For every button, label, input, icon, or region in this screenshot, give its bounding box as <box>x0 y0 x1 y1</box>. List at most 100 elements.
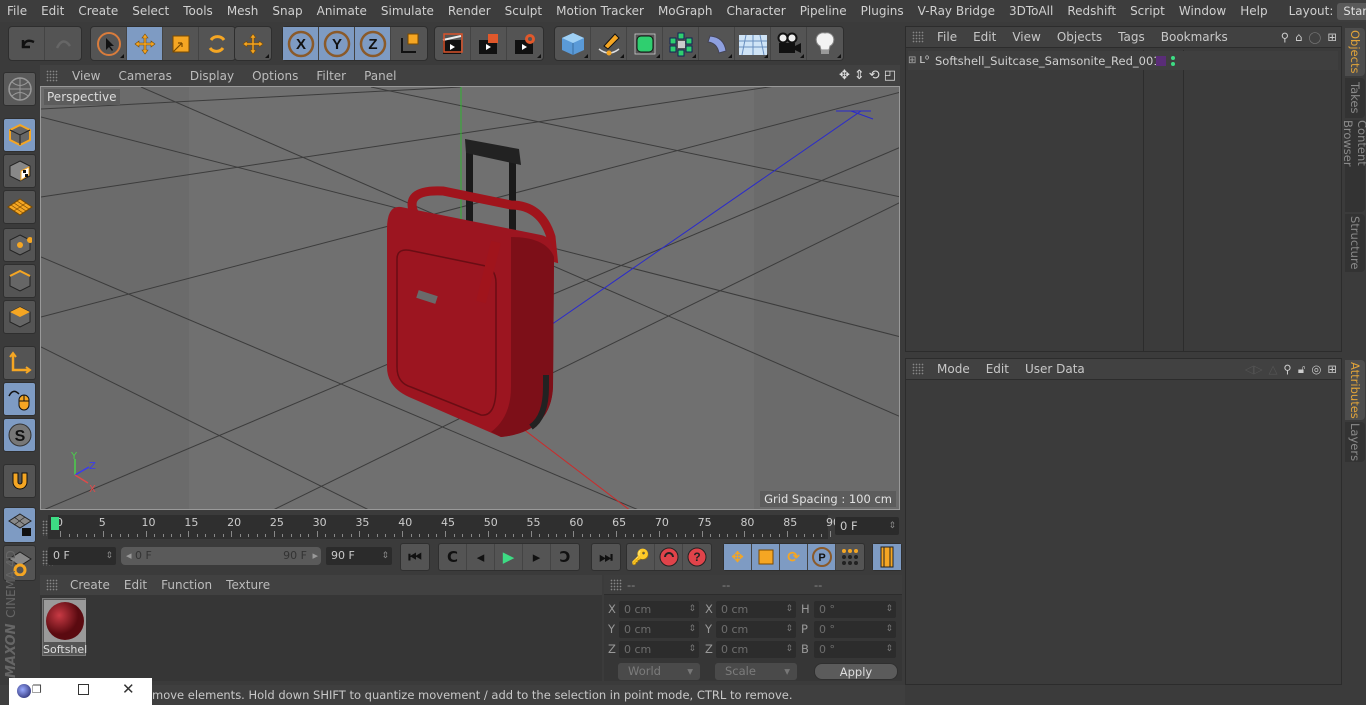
menu-window[interactable]: Window <box>1172 4 1233 18</box>
pen-spline-icon[interactable] <box>591 27 627 60</box>
viewport-menu-options[interactable]: Options <box>243 69 307 83</box>
menu-animate[interactable]: Animate <box>310 4 374 18</box>
menu-render[interactable]: Render <box>441 4 498 18</box>
keyframe-selection-icon[interactable]: ? <box>683 544 711 570</box>
subdivision-icon[interactable] <box>627 27 663 60</box>
coord-value-field[interactable]: 0 ° <box>814 641 896 658</box>
apply-button[interactable]: Apply <box>814 663 898 680</box>
next-frame-icon[interactable]: ▸ <box>523 544 551 570</box>
recent-tool-icon[interactable] <box>235 27 271 60</box>
object-row[interactable]: ⊞ L⁰ Softshell_Suitcase_Samsonite_Red_00… <box>908 51 1338 70</box>
point-level-animation-icon[interactable] <box>836 544 864 570</box>
axis-mode-icon[interactable] <box>3 346 36 380</box>
material-menu-texture[interactable]: Texture <box>219 578 277 592</box>
target-icon[interactable]: ◎ <box>1311 362 1321 377</box>
tab-objects[interactable]: Objects <box>1345 28 1365 76</box>
tab-structure[interactable]: Structure <box>1345 214 1365 272</box>
viewport-menu-cameras[interactable]: Cameras <box>109 69 180 83</box>
transform-mode-select[interactable]: Scale <box>715 663 797 680</box>
menu-vray-bridge[interactable]: V-Ray Bridge <box>911 4 1002 18</box>
viewport-menu-filter[interactable]: Filter <box>307 69 355 83</box>
coord-value-field[interactable]: 0 cm <box>716 641 796 658</box>
end-frame-field[interactable]: 90 F <box>326 547 392 565</box>
tweak-mode-icon[interactable] <box>3 382 36 416</box>
panel-grip-icon[interactable] <box>610 578 622 591</box>
redo-icon[interactable] <box>45 27 81 60</box>
previous-frame-icon[interactable]: ◂ <box>467 544 495 570</box>
viewport-menu-view[interactable]: View <box>63 69 109 83</box>
coord-value-field[interactable]: 0 ° <box>814 621 896 638</box>
menu-create[interactable]: Create <box>71 4 125 18</box>
rotate-view-icon[interactable]: ⟲ <box>869 68 880 83</box>
panel-grip-icon[interactable] <box>46 579 58 591</box>
object-menu-bookmarks[interactable]: Bookmarks <box>1153 30 1236 44</box>
layout-select[interactable]: Startup <box>1337 2 1366 20</box>
search-icon[interactable]: ⚲ <box>1283 362 1291 377</box>
lock-icon[interactable]: 🔓︎ <box>1298 362 1305 377</box>
menu-help[interactable]: Help <box>1233 4 1274 18</box>
toggle-layout-icon[interactable]: ◰ <box>884 68 896 83</box>
scale-icon[interactable] <box>163 27 199 60</box>
maximize-icon[interactable] <box>78 684 89 695</box>
restore-icon[interactable]: ❐ <box>32 683 42 696</box>
go-to-end-icon[interactable]: ⏭ <box>592 544 620 570</box>
menu-file[interactable]: File <box>0 4 34 18</box>
undo-icon[interactable] <box>9 27 45 60</box>
play-icon[interactable]: ▶ <box>495 544 523 570</box>
rotate-icon[interactable] <box>199 27 235 60</box>
coordinate-space-select[interactable]: World <box>618 663 700 680</box>
object-menu-edit[interactable]: Edit <box>965 30 1004 44</box>
object-name[interactable]: Softshell_Suitcase_Samsonite_Red_001 <box>935 54 1161 68</box>
tab-takes[interactable]: Takes <box>1345 78 1365 118</box>
coord-value-field[interactable]: 0 cm <box>619 601 699 618</box>
camera-icon[interactable] <box>771 27 807 60</box>
viewport-menu-display[interactable]: Display <box>181 69 243 83</box>
menu-redshift[interactable]: Redshift <box>1060 4 1123 18</box>
frame-range-slider[interactable]: ◂ 0 F 90 F ▸ <box>121 547 321 565</box>
attribute-menu-edit[interactable]: Edit <box>978 362 1017 376</box>
back-arrow-icon[interactable]: ◁▷ <box>1245 362 1263 377</box>
light-icon[interactable] <box>807 27 843 60</box>
current-frame-field[interactable]: 0 F <box>835 517 899 535</box>
menu-mograph[interactable]: MoGraph <box>651 4 720 18</box>
move-icon[interactable] <box>127 27 163 60</box>
x-axis-lock-icon[interactable]: X <box>283 27 319 60</box>
menu-pipeline[interactable]: Pipeline <box>793 4 854 18</box>
tab-content-browser[interactable]: Content Browser <box>1341 120 1366 212</box>
record-keys-icon[interactable]: 🔑 <box>627 544 655 570</box>
parameter-key-icon[interactable]: P <box>808 544 836 570</box>
coord-value-field[interactable]: 0 cm <box>716 621 796 638</box>
make-editable-icon[interactable] <box>3 72 36 106</box>
points-mode-icon[interactable] <box>3 228 36 262</box>
edges-mode-icon[interactable] <box>3 264 36 298</box>
cube-icon[interactable] <box>555 27 591 60</box>
start-frame-field[interactable]: 0 F <box>48 547 116 565</box>
timeline-ruler[interactable]: 0 5 10 15 20 25 30 35 40 45 50 55 60 65 70 75 80 85 90 <box>48 515 840 539</box>
magnet-icon[interactable] <box>3 464 36 498</box>
coord-value-field[interactable]: 0 cm <box>619 641 699 658</box>
object-menu-view[interactable]: View <box>1004 30 1048 44</box>
timeline-window-icon[interactable] <box>873 544 901 570</box>
lock-workplane-icon[interactable] <box>3 507 36 543</box>
close-icon[interactable]: ✕ <box>122 680 135 698</box>
menu-select[interactable]: Select <box>125 4 176 18</box>
visibility-dots-icon[interactable] <box>1170 55 1175 66</box>
expand-icon[interactable]: ⊞ <box>908 55 916 66</box>
search-icon[interactable]: ⚲ <box>1281 30 1289 44</box>
toggle-visibility-icon[interactable]: ◯ <box>1308 30 1321 44</box>
menu-character[interactable]: Character <box>719 4 792 18</box>
menu-script[interactable]: Script <box>1123 4 1172 18</box>
deformer-icon[interactable] <box>699 27 735 60</box>
panel-grip-icon[interactable] <box>912 363 924 375</box>
new-panel-icon[interactable]: ⊞ <box>1327 30 1337 44</box>
object-menu-objects[interactable]: Objects <box>1049 30 1110 44</box>
cloner-icon[interactable] <box>663 27 699 60</box>
menu-simulate[interactable]: Simulate <box>374 4 441 18</box>
up-arrow-icon[interactable]: △ <box>1269 362 1278 377</box>
polygons-mode-icon[interactable] <box>3 300 36 334</box>
material-menu-edit[interactable]: Edit <box>117 578 154 592</box>
object-menu-file[interactable]: File <box>929 30 965 44</box>
coord-value-field[interactable]: 0 cm <box>619 621 699 638</box>
cinema4d-app-icon[interactable] <box>17 684 31 698</box>
coord-value-field[interactable]: 0 cm <box>716 601 796 618</box>
